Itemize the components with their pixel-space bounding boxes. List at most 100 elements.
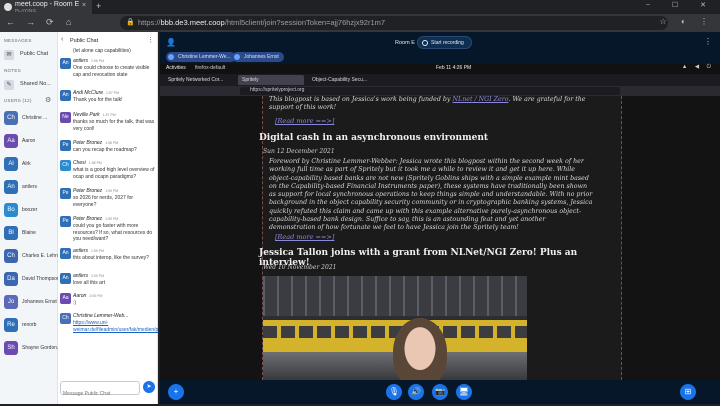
left-sidebar: MESSAGES ✉ Public Chat NOTES ✎ Shared No… [0,32,58,404]
audio-button[interactable]: 🔊 [408,384,424,400]
reload-icon[interactable]: ⟳ [46,17,54,28]
user-name: Charles E. Lehner [22,253,58,259]
gear-icon[interactable]: ⚙ [45,96,51,104]
window-controls[interactable]: − ☐ ✕ [646,1,716,9]
firefox-label: firefox-default [195,65,226,71]
tab-favicon-icon [4,3,12,11]
desktop-top-bar: Activities firefox-default Feb 11 4:26 P… [160,64,720,74]
user-name: Johannes Ernst [22,299,57,305]
message-time: 1:56 PM [91,59,105,63]
user-name: Blaine [22,230,36,236]
message-text: love all this art [73,280,105,286]
start-recording-button[interactable]: Start recording [417,36,472,49]
avatar: Aa [60,293,71,304]
message-text: One could choose to create visible cap a… [73,65,150,78]
presenter-pill-1: Christine Lemmer-We... [166,52,236,62]
nlnet-link[interactable]: NLnet / NGI Zero [453,96,509,103]
user-name: Aaron [22,138,36,144]
user-list-item[interactable]: Da David Thompson [4,269,58,289]
camera-button[interactable]: 📷 [432,384,448,400]
chat-back-icon[interactable]: ‹ [61,36,63,43]
avatar: Al [4,157,18,171]
user-list-item[interactable]: Ch Christine ... [4,108,58,128]
activities-label: Activities [166,65,186,71]
browser-tab[interactable]: meet.coop - Room E PLAYING × [0,0,92,14]
tab-close-icon[interactable]: × [82,2,86,9]
meeting-header: 👤 Room E Start recording ⋮ [160,32,720,54]
chat-icon: ✉ [4,50,14,60]
avatar: Ne [60,112,71,123]
send-button[interactable]: ➤ [143,381,155,393]
chat-message-input[interactable] [63,388,139,400]
avatar: Ch [60,313,71,324]
user-icon[interactable]: 👤 [166,38,176,47]
layout-button[interactable]: ⊞ [680,384,696,400]
microphone-button[interactable]: 🎙 [386,384,402,400]
notes-section-label: NOTES [4,68,22,73]
avatar: An [60,248,71,259]
url-field[interactable]: 🔒 https://bbb.de3.meet.coop/html5client/… [120,16,668,30]
home-icon[interactable]: ⌂ [66,17,71,27]
message-time: 1:59 PM [105,189,119,193]
user-list-item[interactable]: Ch Charles E. Lehner [4,246,58,266]
screen-share[interactable]: Activities firefox-default Feb 11 4:26 P… [160,64,720,386]
message-text: could you go faster with more resources?… [73,223,153,243]
firefox-tab: Object-Capability Secu... [312,77,368,83]
message-author: Peter Bronez 1:59 PM [73,188,119,194]
forward-icon[interactable]: → [26,17,35,27]
user-list-item[interactable]: Al Alrk [4,154,58,174]
chat-input-box[interactable] [60,381,140,400]
user-name: renorb [22,322,37,328]
new-tab-icon[interactable]: + [96,1,101,11]
desktop-clock: Feb 11 4:26 PM [436,65,472,71]
firefox-url-bar: https://spritelyproject.org [160,86,720,96]
post-date: Wed 10 November 2021 [263,264,337,271]
sidebar-item-shared-notes[interactable]: ✎ Shared No... [4,78,56,92]
public-chat-label: Public Chat [20,51,49,57]
avatar: Pe [60,216,71,227]
read-more-link[interactable]: [Read more ==>] [275,117,334,125]
avatar: An [60,273,71,284]
user-list-item[interactable]: Bl Blaine [4,223,58,243]
user-list-item[interactable]: Re renorb [4,315,58,335]
avatar: Bl [4,226,18,240]
notes-icon: ✎ [4,80,14,90]
actions-button[interactable]: + [168,384,184,400]
mic-icon [168,54,174,60]
user-list-item[interactable]: Sh Shayne Gordon... [4,338,58,358]
message-text: (let alone cap capabilities) [73,48,131,54]
sidebar-item-public-chat[interactable]: ✉ Public Chat [4,48,56,62]
speaker-webcam [393,318,447,386]
screen-share-button[interactable]: 🖥 [456,384,472,400]
user-name: Alrk [22,161,31,167]
avatar: Ch [4,111,18,125]
meeting-controls: + 🎙 🔊 📷 🖥 ⊞ [160,380,720,404]
message-author: Andi McClure 1:57 PM [73,90,120,96]
user-list-item[interactable]: An antlers [4,177,58,197]
read-more-link[interactable]: [Read more ==>] [275,233,334,241]
user-list-item[interactable]: Aa Aaron [4,131,58,151]
message-author: antlers 1:56 PM [73,58,105,64]
user-list-item[interactable]: Jo Johannes Ernst [4,292,58,312]
post-title[interactable]: Digital cash in an asynchronous environm… [259,133,488,143]
user-list-item[interactable]: Bo boozer [4,200,58,220]
message-text: Thank you for the talk! [73,97,123,103]
message-time: 2:00 PM [91,274,105,278]
back-icon[interactable]: ← [6,17,15,27]
chat-title: Public Chat [70,38,99,44]
firefox-url-text: https://spritelyproject.org [250,87,305,93]
users-section-label: USERS (12) [4,98,32,103]
message-author: antlers 2:00 PM [73,273,105,279]
avatar: Sh [4,341,18,355]
message-author: Aaron 2:00 PM [73,293,103,299]
message-text[interactable]: https://www.uni-weimar.de/fileadmin/user… [73,320,158,333]
url-text: https://bbb.de3.meet.coop/html5client/jo… [138,18,386,27]
avatar: Aa [4,134,18,148]
firefox-tab-active: Spritely [238,75,304,85]
avatar: An [60,90,71,101]
chat-menu-icon[interactable]: ⋮ [147,36,154,44]
mic-icon [234,54,240,60]
meeting-menu-icon[interactable]: ⋮ [704,37,712,46]
message-time: 1:58 PM [88,161,102,165]
browser-toolbar-icons[interactable]: ☆ ◐ ⋮ [660,17,714,26]
